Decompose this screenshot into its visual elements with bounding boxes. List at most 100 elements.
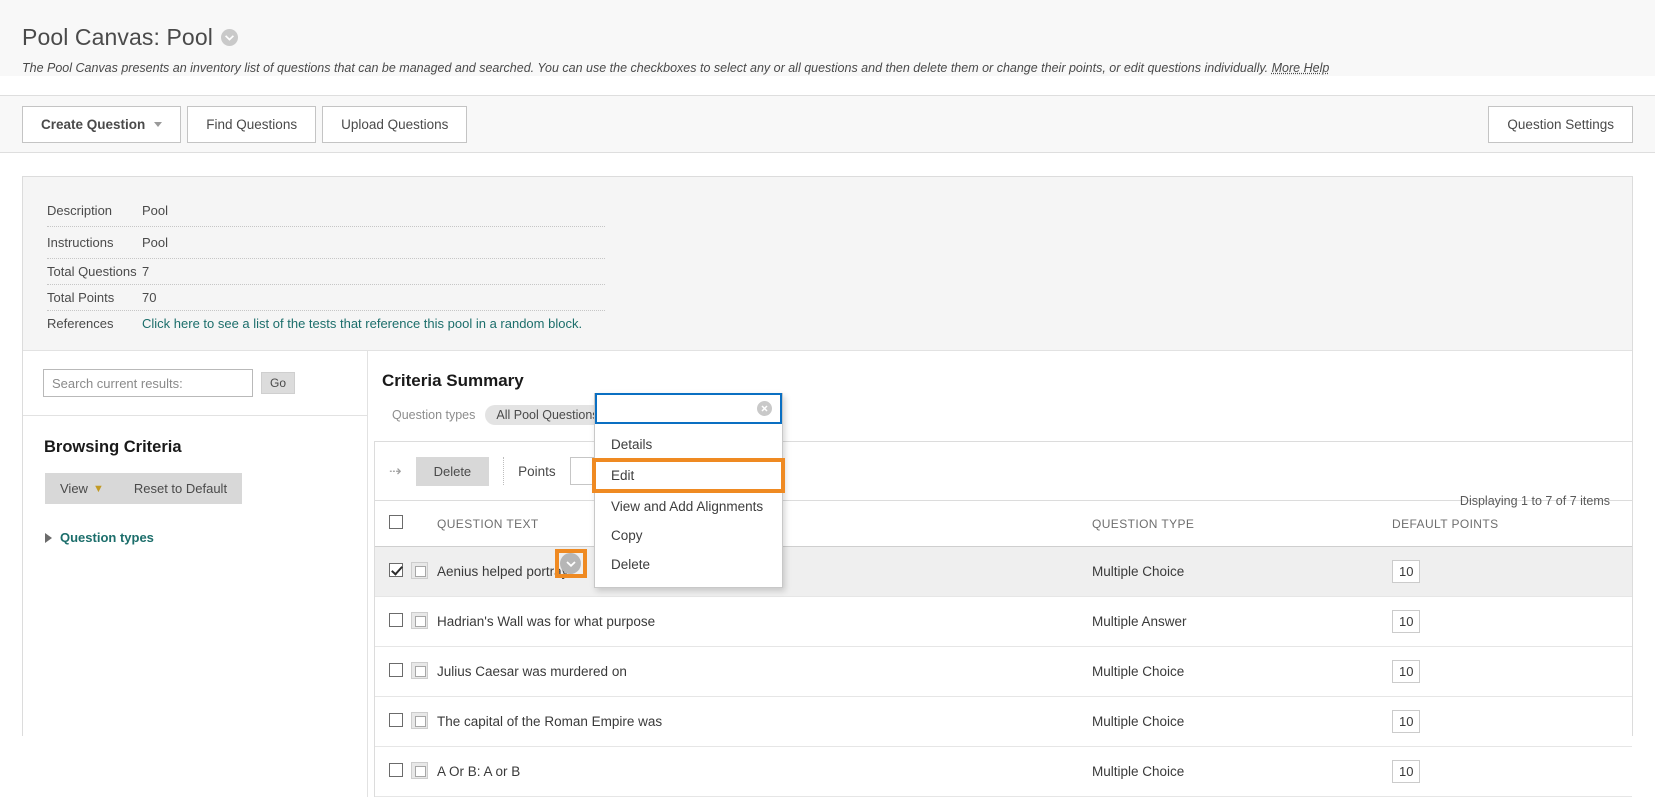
row-checkbox[interactable] [389, 563, 403, 578]
question-text-link[interactable]: Aenius helped portray [437, 564, 568, 579]
context-menu-item-details[interactable]: Details [595, 430, 782, 459]
question-document-icon [411, 611, 428, 629]
reset-label: Reset to Default [133, 481, 228, 497]
question-type-header[interactable]: QUESTION TYPE [1092, 500, 1392, 548]
criteria-summary-title: Criteria Summary [382, 371, 524, 391]
info-value: Pool [142, 203, 169, 219]
points-label: Points [518, 463, 556, 479]
search-box: Go [23, 351, 367, 417]
row-checkbox[interactable] [389, 763, 403, 778]
sidebar: Go Browsing Criteria View ▼ Reset to Def… [23, 351, 368, 797]
search-go-button[interactable]: Go [261, 372, 296, 395]
chevron-down-circle-icon[interactable] [220, 29, 238, 46]
question-settings-label: Question Settings [1507, 116, 1614, 132]
row-icon-cell [411, 746, 437, 797]
info-label: Instructions [47, 235, 114, 251]
row-checkbox-cell [375, 696, 411, 748]
content-split: Go Browsing Criteria View ▼ Reset to Def… [23, 351, 1632, 797]
page-header: Pool Canvas: Pool The Pool Canvas presen… [0, 0, 1655, 77]
row-checkbox[interactable] [389, 713, 403, 728]
info-label: Description [47, 203, 113, 219]
content-card: Description Pool Instructions Pool Total… [22, 176, 1633, 797]
table-row[interactable]: The capital of the Roman Empire was Mult… [375, 696, 1632, 748]
info-row-instructions: Instructions Pool [47, 227, 605, 260]
row-points-cell: 10 [1392, 596, 1632, 648]
row-context-menu-chevron-icon[interactable] [560, 553, 581, 574]
row-icon-cell [411, 696, 437, 748]
question-text-link[interactable]: A Or B: A or B [437, 764, 520, 779]
clear-circle-icon[interactable] [757, 401, 772, 416]
row-points-value[interactable]: 10 [1392, 560, 1421, 584]
row-checkbox-cell [375, 746, 411, 797]
row-points-cell: 10 [1392, 646, 1632, 698]
action-toolbar: Create Question Find Questions Upload Qu… [0, 95, 1655, 154]
context-menu-item-view-and-add-alignments[interactable]: View and Add Alignments [595, 492, 782, 521]
sidebar-item-question-types[interactable]: Question types [45, 530, 367, 545]
question-text-link[interactable]: Hadrian's Wall was for what purpose [437, 614, 655, 629]
info-label: Total Questions [47, 264, 137, 280]
row-points-cell: 10 [1392, 696, 1632, 748]
context-menu-search-field[interactable] [595, 393, 782, 424]
context-menu-item-delete[interactable]: Delete [595, 550, 782, 579]
info-row-references: References Click here to see a list of t… [47, 311, 605, 336]
search-input[interactable] [43, 369, 253, 398]
info-value: 7 [142, 264, 150, 280]
select-all-checkbox[interactable] [389, 515, 403, 530]
table-row[interactable]: Julius Caesar was murdered on Multiple C… [375, 646, 1632, 698]
arrow-right-icon: ⇢ [389, 463, 402, 481]
more-help-link[interactable]: More Help [1272, 61, 1330, 75]
info-label: References [47, 316, 114, 332]
context-menu-item-edit[interactable]: Edit [592, 458, 785, 493]
reset-to-default-button[interactable]: Reset to Default [119, 473, 242, 504]
row-question-type-cell: Multiple Choice [1092, 746, 1392, 797]
row-points-value[interactable]: 10 [1392, 760, 1421, 784]
info-label: Total Points [47, 290, 115, 306]
row-question-type-cell: Multiple Choice [1092, 646, 1392, 698]
row-checkbox[interactable] [389, 663, 403, 678]
row-points-value[interactable]: 10 [1392, 660, 1421, 684]
row-points-cell: 10 [1392, 546, 1632, 598]
info-row-description: Description Pool [47, 195, 605, 228]
questions-table: QUESTION TEXT QUESTION TYPE DEFAULT POIN… [375, 500, 1632, 797]
question-text-link[interactable]: The capital of the Roman Empire was [437, 714, 662, 729]
row-points-value[interactable]: 10 [1392, 610, 1421, 634]
info-value: Click here to see a list of the tests th… [142, 316, 582, 331]
row-question-type-cell: Multiple Answer [1092, 596, 1392, 648]
double-chevron-down-icon: ▼ [92, 482, 104, 495]
table-row[interactable]: Hadrian's Wall was for what purpose Mult… [375, 596, 1632, 648]
row-icon-cell [411, 646, 437, 698]
questions-table-body: Aenius helped portray Multiple Choice 10 [375, 546, 1632, 797]
row-question-text-cell: Julius Caesar was murdered on [437, 646, 1092, 698]
select-all-header [375, 500, 411, 548]
row-checkbox[interactable] [389, 613, 403, 628]
row-checkbox-cell [375, 546, 411, 598]
context-menu-items: Details Edit View and Add Alignments Cop… [592, 424, 785, 587]
question-text-link[interactable]: Julius Caesar was murdered on [437, 664, 627, 679]
info-row-total-points: Total Points 70 [47, 285, 605, 312]
toolbar-right-group: Question Settings [1488, 105, 1633, 143]
table-row[interactable]: A Or B: A or B Multiple Choice 10 [375, 746, 1632, 797]
row-question-type-cell: Multiple Choice [1092, 546, 1392, 598]
page-title-row: Pool Canvas: Pool [22, 24, 1655, 51]
find-questions-label: Find Questions [206, 116, 298, 132]
table-action-bar: ⇢ Delete Points Update Displaying 1 to 7… [375, 442, 1632, 508]
row-checkbox-cell [375, 596, 411, 648]
questions-table-container: ⇢ Delete Points Update Displaying 1 to 7… [374, 441, 1632, 797]
create-question-button[interactable]: Create Question [22, 105, 182, 143]
view-button[interactable]: View ▼ [45, 473, 119, 504]
filter-pill-label: All Pool Questions [496, 408, 599, 423]
row-points-value[interactable]: 10 [1392, 710, 1421, 734]
find-questions-button[interactable]: Find Questions [187, 105, 317, 143]
question-settings-button[interactable]: Question Settings [1488, 105, 1633, 143]
references-link[interactable]: Click here to see a list of the tests th… [142, 316, 582, 331]
context-menu-item-copy[interactable]: Copy [595, 521, 782, 550]
delete-button[interactable]: Delete [415, 456, 490, 486]
pool-info-panel: Description Pool Instructions Pool Total… [23, 177, 1632, 352]
row-question-text-cell: Hadrian's Wall was for what purpose [437, 596, 1092, 648]
sidebar-item-label: Question types [60, 530, 154, 546]
info-value: Pool [142, 235, 169, 251]
row-checkbox-cell [375, 646, 411, 698]
question-document-icon [411, 561, 428, 579]
upload-questions-button[interactable]: Upload Questions [322, 105, 468, 143]
page-title: Pool Canvas: Pool [22, 24, 213, 50]
